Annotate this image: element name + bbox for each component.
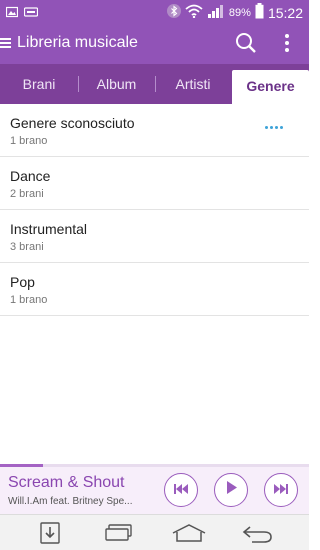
recent-apps-icon[interactable] (104, 522, 134, 549)
back-icon[interactable] (242, 522, 274, 549)
page-title: Libreria musicale (17, 34, 138, 51)
genre-count: 3 brani (10, 241, 44, 253)
notification-pull-icon[interactable] (40, 522, 60, 549)
previous-button[interactable] (164, 473, 198, 507)
genre-name: Dance (10, 168, 51, 184)
skip-next-icon (274, 481, 288, 499)
keyboard-notification-icon (23, 5, 39, 23)
list-item[interactable]: Genere sconosciuto 1 brano (0, 104, 309, 157)
skip-previous-icon (174, 481, 188, 499)
play-icon (226, 481, 237, 499)
library-tabs: Brani Album Artisti Genere (0, 64, 309, 104)
search-icon[interactable] (235, 31, 257, 60)
genre-name: Pop (10, 274, 35, 290)
battery-icon (255, 3, 264, 22)
song-artist: Will.I.Am feat. Britney Spe... (8, 496, 133, 507)
play-button[interactable] (214, 473, 248, 507)
app-bar: Libreria musicale (0, 24, 309, 64)
wifi-icon (185, 4, 203, 21)
list-item[interactable]: Pop 1 brano (0, 263, 309, 316)
next-button[interactable] (264, 473, 298, 507)
genre-count: 1 brano (10, 135, 48, 147)
status-bar: 89% 15:22 (0, 0, 309, 24)
list-item[interactable]: Dance 2 brani (0, 157, 309, 210)
signal-icon (207, 4, 225, 21)
genre-name: Genere sconosciuto (10, 115, 135, 131)
genre-count: 1 brano (10, 294, 48, 306)
battery-percent: 89% (228, 6, 251, 19)
drawer-menu-icon[interactable] (0, 36, 12, 50)
playback-progress[interactable] (0, 464, 309, 467)
overflow-menu-icon[interactable] (283, 31, 291, 60)
list-item[interactable]: Instrumental 3 brani (0, 210, 309, 263)
tab-genere[interactable]: Genere (232, 70, 309, 104)
genre-name: Instrumental (10, 221, 88, 237)
mini-player[interactable]: Scream & Shout Will.I.Am feat. Britney S… (0, 464, 309, 514)
playback-progress-fill (0, 464, 44, 467)
tab-album[interactable]: Album (78, 64, 155, 104)
genre-list: Genere sconosciuto 1 brano Dance 2 brani… (0, 104, 309, 316)
tab-brani[interactable]: Brani (0, 64, 78, 104)
tab-artisti[interactable]: Artisti (155, 64, 231, 104)
gallery-notification-icon (5, 5, 19, 23)
home-icon[interactable] (171, 522, 207, 549)
bluetooth-icon (166, 3, 181, 22)
system-nav-bar (0, 514, 309, 550)
clock: 15:22 (267, 4, 303, 21)
more-dots-icon[interactable] (265, 126, 283, 129)
genre-count: 2 brani (10, 188, 44, 200)
song-title: Scream & Shout (8, 474, 125, 491)
